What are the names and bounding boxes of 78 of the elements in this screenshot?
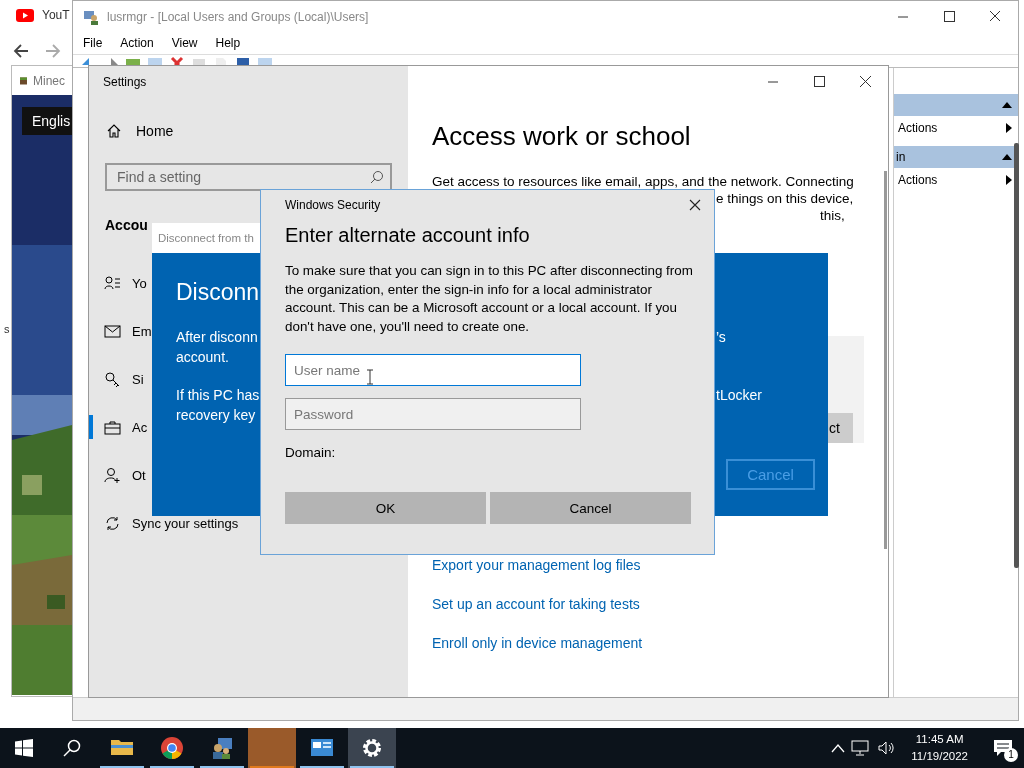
collapse-icon[interactable] bbox=[1002, 102, 1012, 108]
section-title: in bbox=[896, 150, 906, 164]
search-icon[interactable] bbox=[63, 739, 81, 757]
collapse-icon[interactable] bbox=[1002, 154, 1012, 160]
search-icon bbox=[370, 170, 384, 184]
taskbar-tile[interactable] bbox=[248, 728, 296, 768]
page-title: Access work or school bbox=[432, 120, 691, 153]
input-field[interactable]: Password bbox=[285, 398, 581, 430]
text-fragment: s bbox=[4, 323, 10, 335]
link[interactable]: Set up an account for taking tests bbox=[432, 596, 640, 612]
scrollbar[interactable] bbox=[884, 171, 887, 549]
envelope-icon bbox=[104, 322, 121, 340]
menu-item[interactable]: Action bbox=[120, 36, 154, 50]
section-heading: Accou bbox=[105, 217, 148, 233]
video-logo-icon bbox=[16, 8, 34, 22]
description-text: Get access to resources like email, apps, and the network. Connecting bbox=[432, 173, 854, 190]
nav-item[interactable]: Ot bbox=[132, 467, 146, 483]
nav-item[interactable]: Em bbox=[132, 323, 152, 339]
dialog-title: Enter alternate account info bbox=[285, 223, 530, 248]
toolbar-icon[interactable] bbox=[235, 56, 251, 65]
clock[interactable]: 11:45 AM 11/19/2022 bbox=[903, 731, 976, 765]
network-icon[interactable] bbox=[851, 740, 872, 756]
input-field[interactable]: User name bbox=[285, 354, 581, 386]
field-label: Domain: bbox=[285, 445, 336, 460]
person-list-icon bbox=[104, 274, 121, 292]
key-icon bbox=[104, 370, 121, 388]
action-item[interactable]: Actions bbox=[898, 121, 938, 135]
dialog-text: After disconn account. bbox=[176, 328, 258, 367]
browser-tab[interactable]: Minec bbox=[33, 74, 65, 88]
back-arrow-icon[interactable] bbox=[12, 42, 30, 60]
description-text: e things on this device, bbox=[716, 190, 854, 207]
dialog-button[interactable]: OK bbox=[285, 492, 486, 524]
computer-users-icon bbox=[210, 736, 234, 760]
text-cursor-icon bbox=[366, 369, 374, 385]
nav-item[interactable]: Yo bbox=[132, 275, 147, 291]
menu-item[interactable]: View bbox=[171, 36, 198, 50]
browser-tab[interactable]: YouT bbox=[42, 8, 70, 22]
action-item[interactable]: Actions bbox=[898, 173, 938, 187]
person-add-icon bbox=[104, 466, 121, 484]
dialog-title: Disconnect from th bbox=[158, 232, 254, 244]
submenu-arrow-icon bbox=[1006, 123, 1012, 133]
dialog-button[interactable]: Cancel bbox=[490, 492, 691, 524]
sync-icon bbox=[104, 514, 121, 532]
scrollbar[interactable] bbox=[1014, 143, 1019, 568]
nav-item[interactable]: Ac bbox=[132, 419, 148, 435]
home-icon bbox=[106, 123, 122, 139]
menu-item[interactable]: File bbox=[83, 36, 103, 50]
nav-item[interactable]: Si bbox=[132, 371, 144, 387]
search-field[interactable]: Find a setting bbox=[105, 163, 392, 191]
text-fragment: tLocker bbox=[716, 387, 762, 403]
clock-date: 11/19/2022 bbox=[911, 749, 968, 764]
toolbar-icon[interactable] bbox=[169, 56, 185, 65]
link[interactable]: Export your management log files bbox=[432, 557, 641, 573]
nav-item[interactable]: Sync your settings bbox=[132, 515, 239, 531]
windows-logo-icon[interactable] bbox=[15, 739, 33, 757]
window-title: Settings bbox=[103, 75, 147, 91]
description-text: this, bbox=[820, 207, 845, 224]
text-fragment: ’s bbox=[716, 329, 726, 345]
nav-link[interactable]: Home bbox=[136, 123, 174, 139]
taskbar-button[interactable] bbox=[348, 728, 396, 768]
menu-item[interactable]: Help bbox=[215, 36, 241, 50]
dialog-text: If this PC has recovery key bbox=[176, 386, 260, 425]
dialog-heading: Disconn bbox=[176, 278, 260, 307]
link[interactable]: Enroll only in device management bbox=[432, 635, 643, 651]
language-button[interactable]: Englis bbox=[22, 107, 72, 135]
close-icon bbox=[689, 199, 701, 211]
browser-logo-icon bbox=[160, 736, 184, 760]
disconnect-button[interactable]: ct bbox=[828, 413, 853, 443]
dialog-caption: Windows Security bbox=[285, 198, 381, 212]
chevron-up-icon[interactable] bbox=[831, 743, 846, 753]
notification-badge: 1 bbox=[1004, 748, 1018, 762]
computer-users-icon bbox=[83, 8, 99, 25]
submenu-arrow-icon bbox=[1006, 175, 1012, 185]
briefcase-icon bbox=[104, 418, 121, 436]
clock-time: 11:45 AM bbox=[914, 732, 965, 747]
window-title: lusrmgr - [Local Users and Groups (Local)\Users] bbox=[107, 9, 369, 24]
dialog-message: To make sure that you can sign in to this PC after disconnecting from the organization, enter the sign-in info for a local administrator account. This can be a Microsoft account or a local account. If you don't have one, you'll need to create one. bbox=[285, 262, 694, 336]
gear-icon bbox=[360, 736, 384, 760]
